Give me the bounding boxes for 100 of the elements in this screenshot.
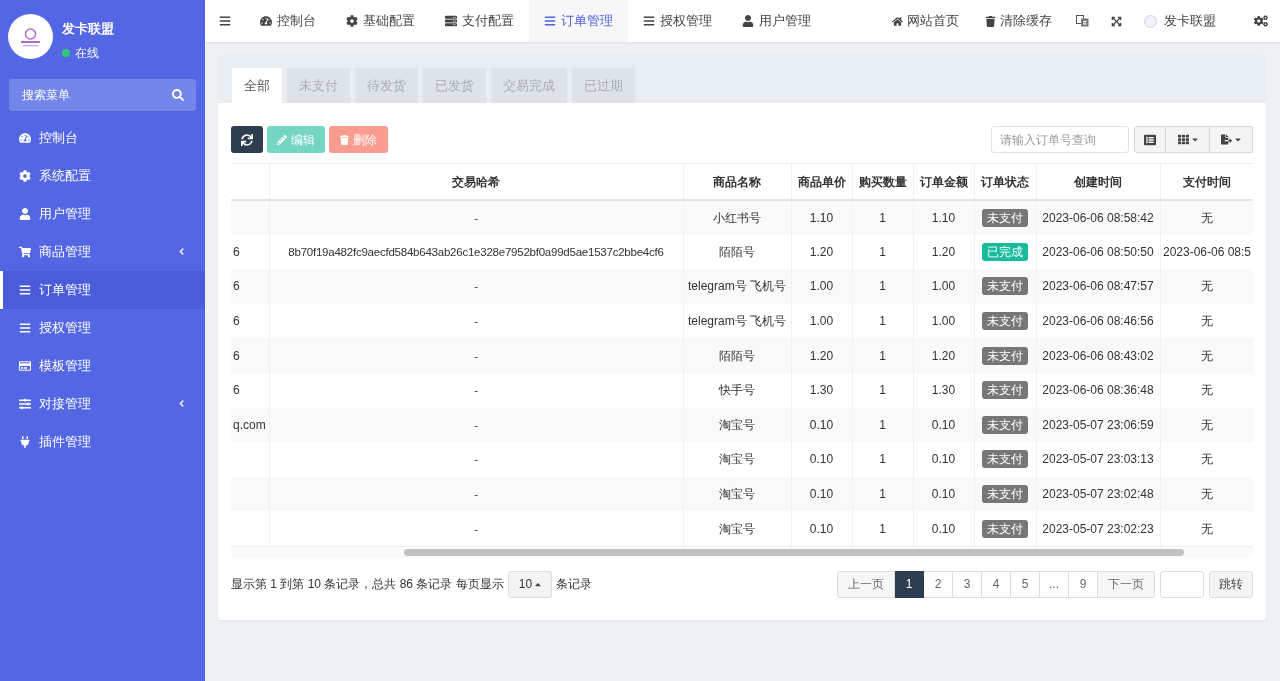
table-cell: 8b70f19a482fc9aecfd584b643ab26c1e328e7952bf0a99d5ae1537c2bbe4cf6 xyxy=(288,245,664,258)
nav-tab[interactable]: 订单管理 xyxy=(529,0,628,42)
page-size-dropdown[interactable]: 10 xyxy=(507,570,553,598)
page-button[interactable]: ... xyxy=(1040,570,1069,598)
table-cell: - xyxy=(474,418,478,431)
menu-search-field[interactable]: 搜索菜单 xyxy=(9,78,196,111)
table-cell: 1.00 xyxy=(809,279,834,294)
list-view-button[interactable] xyxy=(1134,126,1166,153)
sidebar-item[interactable]: 授权管理 xyxy=(0,308,205,347)
user-status: 在线 xyxy=(75,44,99,62)
record-summary-end: 条记录 xyxy=(556,576,593,594)
order-status-badge: 未支付 xyxy=(982,312,1028,331)
user-icon xyxy=(742,15,754,27)
order-status-badge: 未支付 xyxy=(982,519,1028,538)
sidebar-item[interactable]: 用户管理 xyxy=(0,194,205,233)
gear-icon xyxy=(346,15,358,27)
nav-tab[interactable]: 基础配置 xyxy=(331,0,430,42)
trash-icon xyxy=(985,15,996,27)
page-button[interactable]: 2 xyxy=(924,570,953,598)
table-cell: 淘宝号 xyxy=(719,487,755,502)
sidebar-item[interactable]: 控制台 xyxy=(0,118,205,157)
table-cell: 淘宝号 xyxy=(719,417,755,432)
account-menu[interactable]: 发卡联盟 xyxy=(1133,0,1222,42)
table-cell: 1.20 xyxy=(809,348,834,363)
grid-icon xyxy=(1177,134,1189,145)
table-cell: 1.10 xyxy=(931,210,956,225)
user-icon xyxy=(19,207,31,220)
table-cell: 1 xyxy=(879,487,886,502)
nav-tab[interactable]: 控制台 xyxy=(245,0,331,42)
columns-button[interactable] xyxy=(1166,126,1210,153)
order-status-badge: 未支付 xyxy=(982,415,1028,434)
table-cell: 6 xyxy=(233,348,240,363)
refresh-icon xyxy=(241,133,253,146)
nav-tab[interactable]: 用户管理 xyxy=(727,0,826,42)
table-cell: 淘宝号 xyxy=(719,521,755,536)
table-cell: 6 xyxy=(233,314,240,329)
order-status-badge: 已完成 xyxy=(982,242,1028,261)
table-cell: 1.30 xyxy=(931,383,956,398)
nav-tab[interactable]: 授权管理 xyxy=(628,0,727,42)
plug-icon xyxy=(19,435,31,448)
table-cell: 2023-06-06 08:50:50 xyxy=(1042,244,1154,259)
table-cell: 无 xyxy=(1201,417,1213,432)
sidebar-item[interactable]: 对接管理 xyxy=(0,384,205,423)
table-cell: 无 xyxy=(1201,521,1213,536)
table-cell: 0.10 xyxy=(931,417,956,432)
dashboard-icon xyxy=(260,15,272,27)
order-search-field[interactable]: 请输入订单号查询 xyxy=(991,126,1129,153)
table-cell: 1 xyxy=(879,452,886,467)
table-cell: 1.00 xyxy=(809,314,834,329)
table-cell: 无 xyxy=(1201,210,1213,225)
column-header: 订单状态 xyxy=(981,174,1029,189)
table-cell: 1 xyxy=(879,383,886,398)
table-cell: - xyxy=(474,453,478,466)
scrollbar-thumb[interactable] xyxy=(404,548,1184,556)
list-icon xyxy=(544,15,556,27)
record-summary: 显示第 1 到第 10 条记录，总共 86 条记录 每页显示 xyxy=(231,576,504,594)
nav-tab[interactable]: 支付配置 xyxy=(430,0,529,42)
gear-icon xyxy=(19,169,31,182)
table-cell: 2023-05-07 23:03:13 xyxy=(1042,452,1154,467)
table-cell: 0.10 xyxy=(809,452,834,467)
page-button[interactable]: 5 xyxy=(1011,570,1040,598)
table-cell: 1 xyxy=(879,521,886,536)
table-cell: 2023-06-06 08:5 xyxy=(1162,244,1252,259)
order-status-badge: 未支付 xyxy=(982,208,1028,227)
nav-link[interactable]: 清除缓存 xyxy=(972,0,1065,42)
table-cell: 淘宝号 xyxy=(719,452,755,467)
table-cell: 6 xyxy=(233,383,240,398)
table-cell: 1 xyxy=(879,279,886,294)
table-cell: 0.10 xyxy=(931,521,956,536)
table-cell: 2023-06-06 08:36:48 xyxy=(1042,383,1154,398)
page-button[interactable]: 3 xyxy=(953,570,982,598)
table-cell: 2023-05-07 23:06:59 xyxy=(1042,417,1154,432)
column-header: 支付时间 xyxy=(1183,174,1231,189)
page-button[interactable]: 4 xyxy=(982,570,1011,598)
table-cell: - xyxy=(474,314,478,327)
refresh-button[interactable] xyxy=(231,126,263,153)
home-icon xyxy=(892,15,903,27)
sidebar-item[interactable]: 系统配置 xyxy=(0,156,205,195)
table-cell: telegram号 飞机号 xyxy=(688,279,786,294)
page-button[interactable]: 9 xyxy=(1069,570,1098,598)
server-icon xyxy=(445,15,457,27)
sidebar-item[interactable]: 插件管理 xyxy=(0,422,205,461)
prev-page-button[interactable]: 上一页 xyxy=(837,570,895,598)
table-cell: 1.20 xyxy=(931,348,956,363)
next-page-button[interactable]: 下一页 xyxy=(1098,570,1155,598)
pages-icon xyxy=(1076,15,1089,27)
page-number-field[interactable] xyxy=(1160,570,1204,598)
nav-link[interactable]: 网站首页 xyxy=(879,0,972,42)
order-tab[interactable]: 全部 xyxy=(232,68,282,103)
sidebar-item[interactable]: 商品管理 xyxy=(0,232,205,271)
sidebar-item[interactable]: 订单管理 xyxy=(0,270,205,309)
page-button[interactable]: 1 xyxy=(895,570,924,598)
export-button[interactable] xyxy=(1210,126,1253,153)
order-status-badge: 未支付 xyxy=(982,450,1028,469)
jump-button[interactable]: 跳转 xyxy=(1209,570,1253,598)
table-cell: 无 xyxy=(1201,348,1213,363)
sliders-icon xyxy=(19,397,31,410)
table-cell: 小红书号 xyxy=(713,210,761,225)
pencil-icon xyxy=(277,134,287,145)
sidebar-item[interactable]: 模板管理 xyxy=(0,346,205,385)
